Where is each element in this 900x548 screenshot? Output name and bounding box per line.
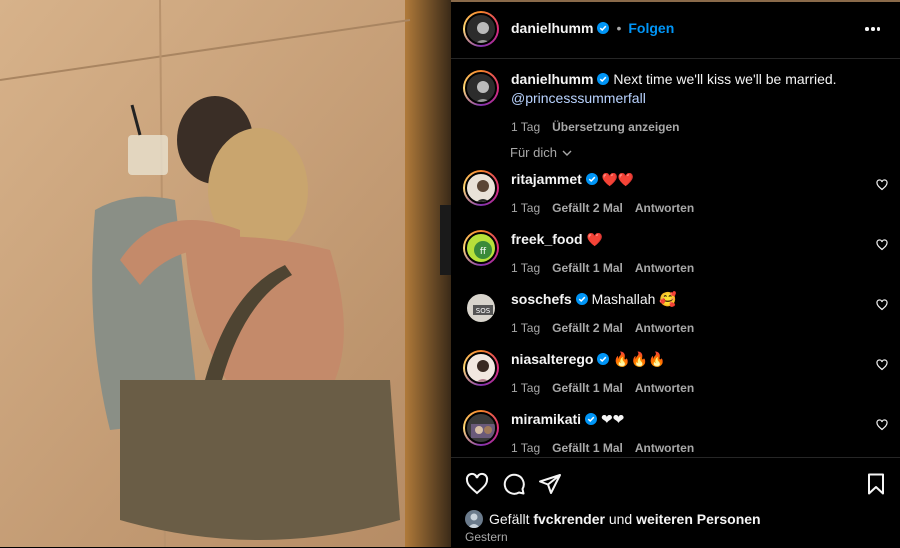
caption-mention[interactable]: @princesssummerfall <box>511 90 646 106</box>
liker-username[interactable]: fvckrender <box>533 511 605 527</box>
caption-avatar[interactable] <box>463 70 499 106</box>
post-actions: Gefällt fvckrender und weiteren Personen… <box>451 457 900 548</box>
comment-username[interactable]: miramikati <box>511 411 581 427</box>
chevron-down-icon <box>562 150 572 156</box>
verified-badge-icon <box>575 293 588 305</box>
post-date: Gestern <box>465 530 508 544</box>
comment-meta: 1 Tag Gefällt 2 Mal Antworten <box>511 199 871 218</box>
like-comment-heart-icon[interactable] <box>876 239 888 251</box>
like-comment-heart-icon[interactable] <box>876 179 888 191</box>
comment-body: freek_food ❤️ 1 Tag Gefällt 1 Mal Antwor… <box>511 230 871 278</box>
verified-badge-icon <box>597 353 610 365</box>
likes-summary: Gefällt fvckrender und weiteren Personen <box>465 510 761 528</box>
comment-text: ❤️ <box>586 232 603 247</box>
verified-badge-icon <box>585 173 598 185</box>
translate-button[interactable]: Übersetzung anzeigen <box>552 118 679 137</box>
comment-likes[interactable]: Gefällt 2 Mal <box>552 199 623 218</box>
comment-text: Mashallah 🥰 <box>591 291 677 307</box>
reply-button[interactable]: Antworten <box>635 199 694 218</box>
like-heart-icon[interactable] <box>465 472 489 496</box>
comment-body: soschefs Mashallah 🥰 1 Tag Gefällt 2 Mal… <box>511 290 871 338</box>
more-options-icon[interactable] <box>864 17 888 41</box>
caption-time: 1 Tag <box>511 120 541 134</box>
comment-time: 1 Tag <box>511 441 541 455</box>
comment-username[interactable]: niasalterego <box>511 351 593 367</box>
comment-avatar[interactable]: ff <box>463 230 499 266</box>
comment-likes[interactable]: Gefällt 1 Mal <box>552 259 623 278</box>
comment-meta: 1 Tag Gefällt 2 Mal Antworten <box>511 319 871 338</box>
comment-text: 🔥🔥🔥 <box>613 351 666 367</box>
comment-filter-label: Für dich <box>510 145 557 160</box>
likes-others-link[interactable]: weiteren Personen <box>636 511 761 527</box>
comment-likes[interactable]: Gefällt 2 Mal <box>552 319 623 338</box>
comment-body: niasalterego 🔥🔥🔥 1 Tag Gefällt 1 Mal Ant… <box>511 350 871 398</box>
comment-body: miramikati ❤❤ 1 Tag Gefällt 1 Mal Antwor… <box>511 410 871 458</box>
comment-meta: 1 Tag Gefällt 1 Mal Antworten <box>511 259 871 278</box>
author-avatar[interactable] <box>463 11 499 47</box>
caption-meta: 1 Tag Übersetzung anzeigen <box>511 118 871 137</box>
comment-meta: 1 Tag Gefällt 1 Mal Antworten <box>511 439 871 458</box>
comment-filter-dropdown[interactable]: Für dich <box>510 145 573 160</box>
verified-badge-icon <box>597 22 610 34</box>
liker-avatar[interactable] <box>465 510 483 528</box>
verified-badge-icon <box>597 73 610 85</box>
header-text: danielhumm • Folgen <box>511 20 674 36</box>
comment-body: ritajammet ❤️❤️ 1 Tag Gefällt 2 Mal Antw… <box>511 170 871 218</box>
bookmark-icon[interactable] <box>864 472 888 496</box>
separator-dot: • <box>616 20 622 36</box>
comment-time: 1 Tag <box>511 381 541 395</box>
comment-time: 1 Tag <box>511 321 541 335</box>
verified-badge-icon <box>585 413 598 425</box>
comment-meta: 1 Tag Gefällt 1 Mal Antworten <box>511 379 871 398</box>
comment-time: 1 Tag <box>511 261 541 275</box>
likes-prefix: Gefällt <box>489 511 530 527</box>
comment-text: ❤️❤️ <box>601 172 635 187</box>
post-header: danielhumm • Folgen <box>451 0 900 59</box>
comment-bubble-icon[interactable] <box>502 472 526 496</box>
comment-avatar[interactable]: SOS <box>463 290 499 326</box>
svg-text:ff: ff <box>480 247 487 257</box>
comment-username[interactable]: freek_food <box>511 231 583 247</box>
reply-button[interactable]: Antworten <box>635 319 694 338</box>
post-photo[interactable] <box>0 0 451 547</box>
caption-username[interactable]: danielhumm <box>511 71 593 87</box>
post-image <box>0 0 451 547</box>
share-paper-plane-icon[interactable] <box>538 472 562 496</box>
like-comment-heart-icon[interactable] <box>876 359 888 371</box>
caption-body: danielhumm Next time we'll kiss we'll be… <box>511 70 871 137</box>
comment-avatar[interactable] <box>463 350 499 386</box>
caption-text: Next time we'll kiss we'll be married. <box>613 71 837 87</box>
comment-username[interactable]: ritajammet <box>511 171 582 187</box>
likes-and: und <box>608 511 633 527</box>
like-comment-heart-icon[interactable] <box>876 299 888 311</box>
author-username[interactable]: danielhumm <box>511 20 593 36</box>
svg-text:SOS: SOS <box>476 307 491 315</box>
post-panel: danielhumm • Folgen danielhumm Next time… <box>451 0 900 547</box>
comment-likes[interactable]: Gefällt 1 Mal <box>552 439 623 458</box>
comment-text: ❤❤ <box>600 411 625 427</box>
comment-avatar[interactable] <box>463 170 499 206</box>
follow-button[interactable]: Folgen <box>628 20 674 36</box>
reply-button[interactable]: Antworten <box>635 259 694 278</box>
reply-button[interactable]: Antworten <box>635 379 694 398</box>
reply-button[interactable]: Antworten <box>635 439 694 458</box>
comment-avatar[interactable] <box>463 410 499 446</box>
like-comment-heart-icon[interactable] <box>876 419 888 431</box>
comment-likes[interactable]: Gefällt 1 Mal <box>552 379 623 398</box>
comment-username[interactable]: soschefs <box>511 291 572 307</box>
comment-time: 1 Tag <box>511 201 541 215</box>
